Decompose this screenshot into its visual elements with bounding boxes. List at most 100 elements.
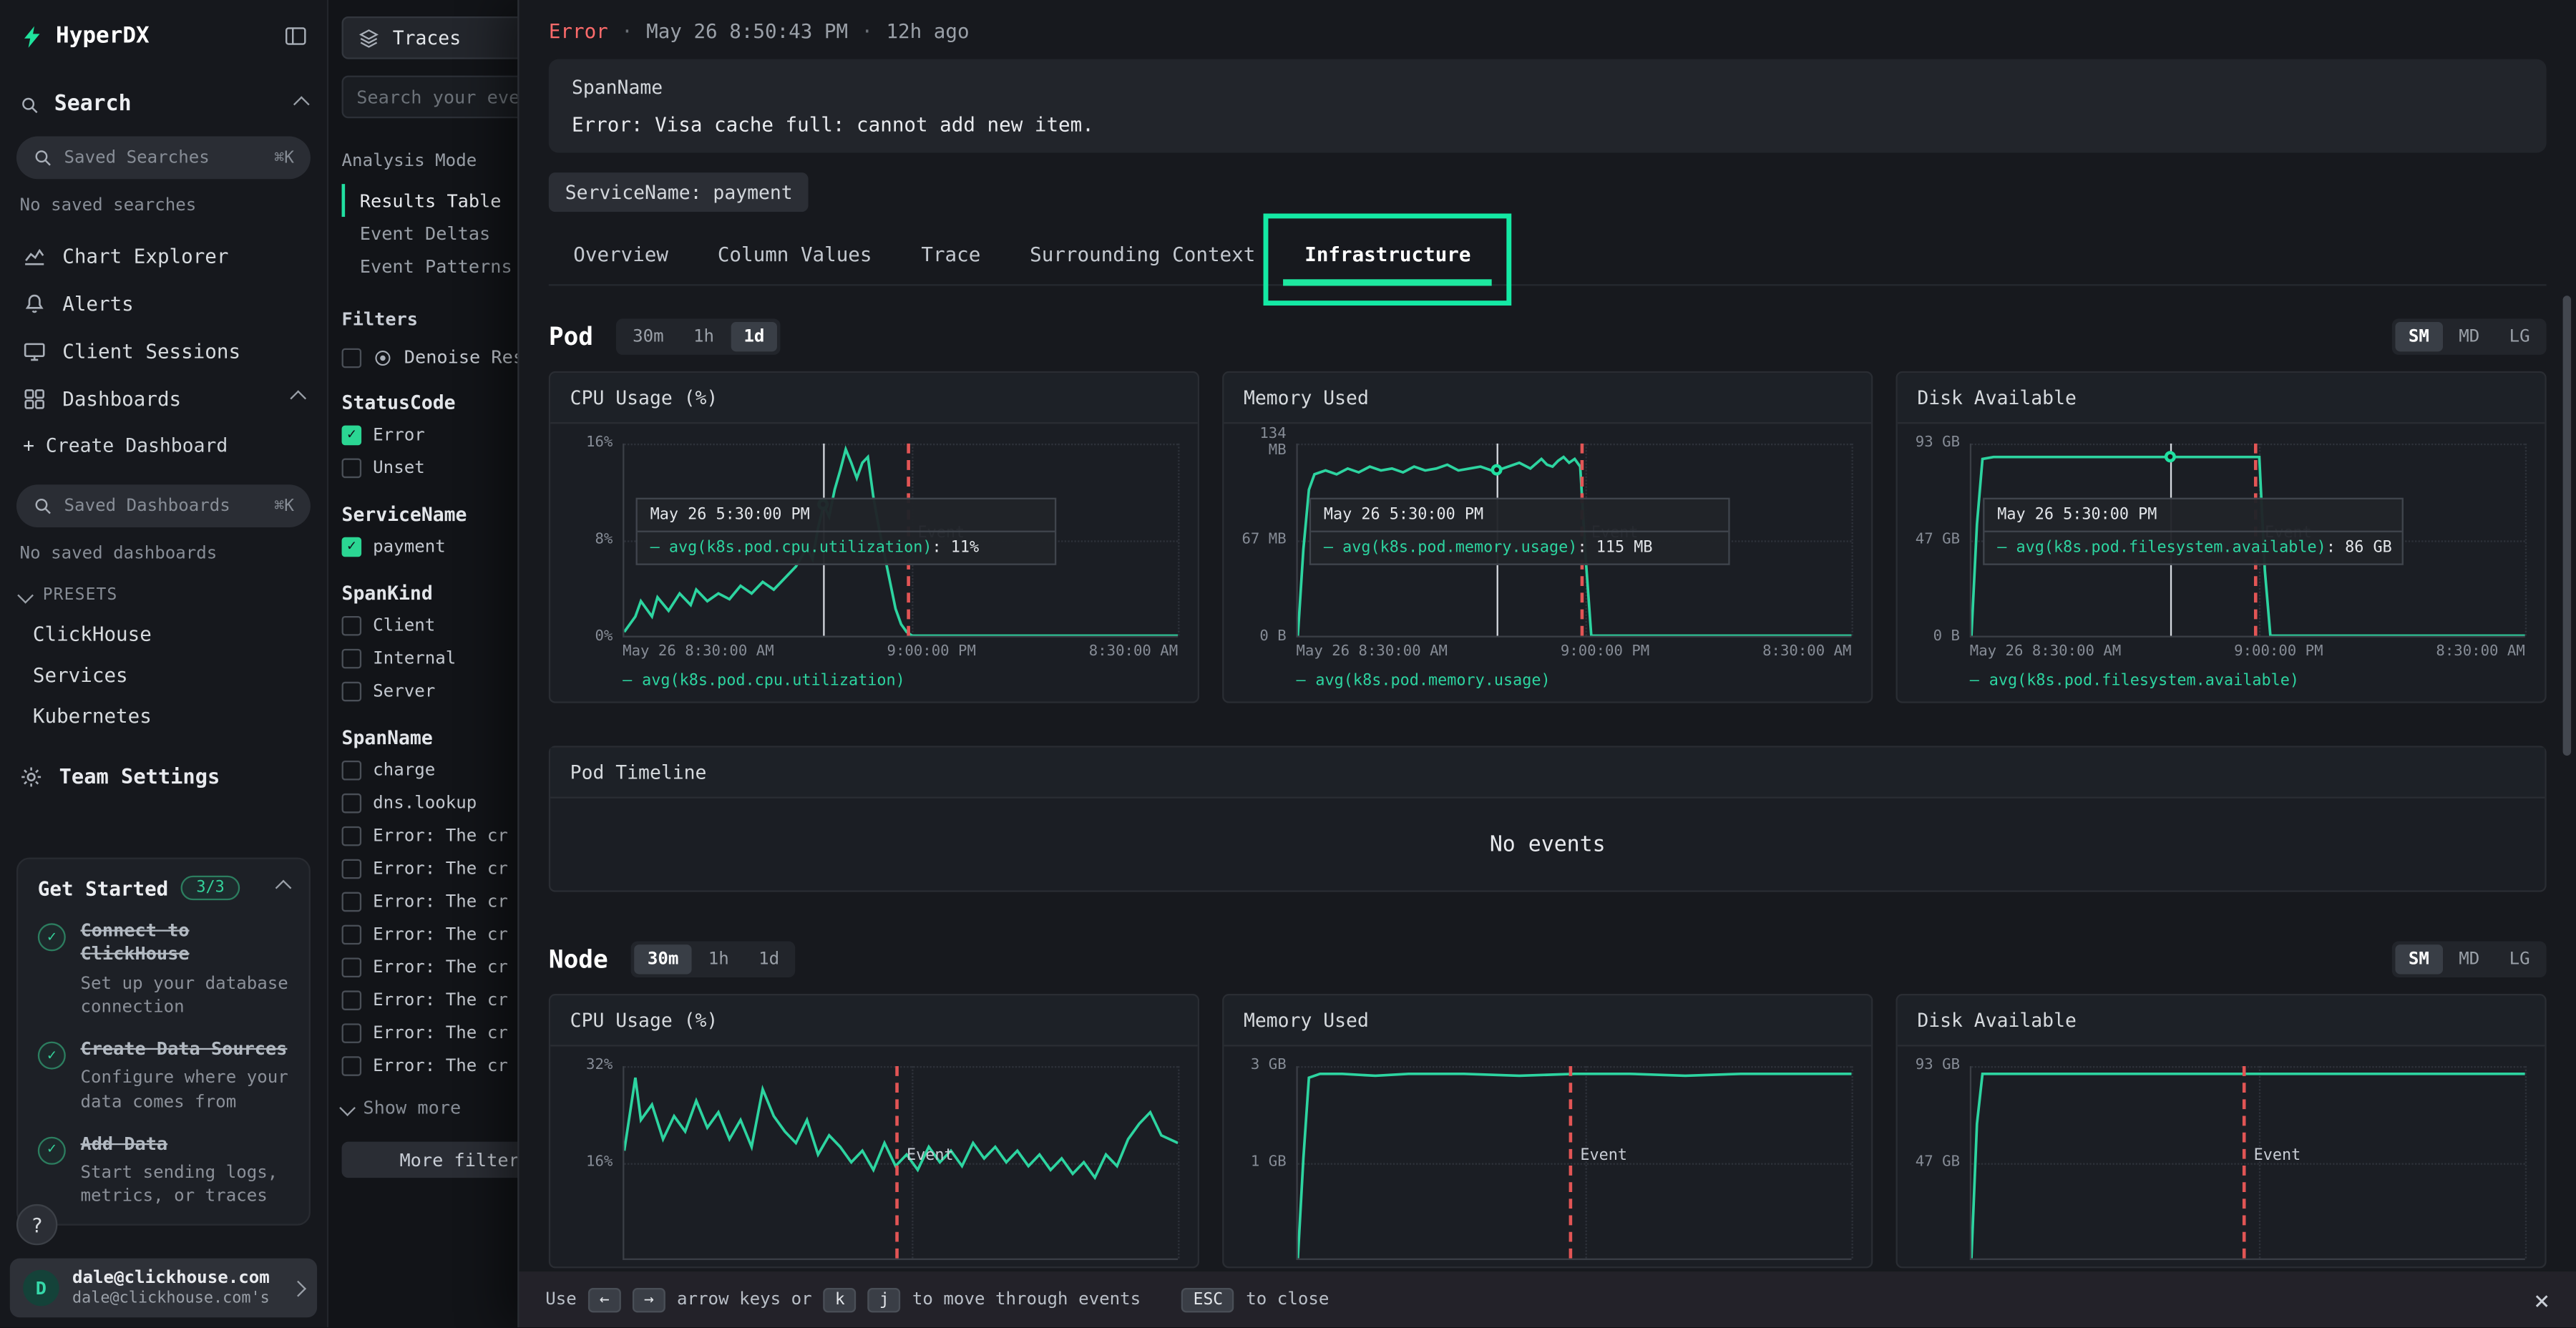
tab-surrounding-context[interactable]: Surrounding Context xyxy=(1005,225,1280,285)
y-axis-label: 134 MB xyxy=(1237,426,1287,460)
help-button[interactable]: ? xyxy=(16,1205,57,1246)
get-started-card: Get Started 3/3 ✓Connect to ClickHouseSe… xyxy=(16,858,311,1226)
checkbox-unchecked[interactable] xyxy=(342,348,362,368)
sidebar-item-client-sessions[interactable]: Client Sessions xyxy=(16,327,311,375)
sidebar-item-alerts[interactable]: Alerts xyxy=(16,279,311,327)
node-size-lg[interactable]: LG xyxy=(2496,944,2543,974)
get-started-item-text: Connect to ClickHouseSet up your databas… xyxy=(80,920,289,1019)
saved-dashboards-input[interactable]: Saved Dashboards ⌘K xyxy=(16,484,311,527)
pod-range-30m[interactable]: 30m xyxy=(620,322,677,351)
checkbox-unchecked[interactable] xyxy=(342,1023,362,1043)
chart-tooltip: May 26 5:30:00 PM— avg(k8s.pod.filesyste… xyxy=(1983,497,2404,565)
detail-tabs: OverviewColumn ValuesTraceSurrounding Co… xyxy=(549,225,2547,286)
event-marker-label: Event xyxy=(1580,1147,1627,1165)
search-section-header[interactable]: Search xyxy=(16,92,311,117)
checkbox-unchecked[interactable] xyxy=(342,616,362,636)
checkbox-unchecked[interactable] xyxy=(342,761,362,781)
node-size-sm[interactable]: SM xyxy=(2395,944,2442,974)
search-icon xyxy=(33,148,53,168)
chart-title: Disk Available xyxy=(1898,995,2545,1046)
checkbox-checked[interactable]: ✓ xyxy=(342,537,362,557)
y-axis-label: 93 GB xyxy=(1916,435,1960,452)
node-size-md[interactable]: MD xyxy=(2446,944,2493,974)
checkbox-unchecked[interactable] xyxy=(342,990,362,1010)
chart-plot[interactable]: EventMay 26 5:30:00 PM— avg(k8s.pod.cpu.… xyxy=(623,444,1178,638)
checkbox-unchecked[interactable] xyxy=(342,859,362,879)
tab-column-values[interactable]: Column Values xyxy=(693,225,897,285)
y-axis-label: 0% xyxy=(595,629,613,646)
user-menu[interactable]: D dale@clickhouse.com dale@clickhouse.co… xyxy=(10,1259,317,1318)
tooltip-value: : 11% xyxy=(932,538,980,556)
create-dashboard-button[interactable]: + Create Dashboard xyxy=(16,426,311,465)
checkbox-unchecked[interactable] xyxy=(342,794,362,814)
hyperdx-logo-icon xyxy=(20,24,44,48)
x-axis-label: 9:00:00 PM xyxy=(1561,644,1649,660)
filter-option-label: Error: The cr xyxy=(373,890,508,913)
preset-services[interactable]: Services xyxy=(33,664,307,687)
chart-plot[interactable]: EventMay 26 5:30:00 PM— avg(k8s.pod.memo… xyxy=(1296,444,1851,638)
checkbox-unchecked[interactable] xyxy=(342,958,362,978)
pod-range-1d[interactable]: 1d xyxy=(731,322,778,351)
tab-trace[interactable]: Trace xyxy=(897,225,1005,285)
tab-overview[interactable]: Overview xyxy=(549,225,693,285)
pod-size-md[interactable]: MD xyxy=(2446,322,2493,351)
filter-option-label: Error: The cr xyxy=(373,923,508,946)
node-range-1h[interactable]: 1h xyxy=(695,944,742,974)
get-started-header[interactable]: Get Started 3/3 xyxy=(38,876,289,900)
team-settings-button[interactable]: Team Settings xyxy=(16,764,311,788)
pod-size-sm[interactable]: SM xyxy=(2395,322,2442,351)
chart-legend: —avg(k8s.pod.cpu.utilization) xyxy=(560,660,1178,695)
chart-plot[interactable]: Event xyxy=(1970,1066,2525,1260)
chart-plot[interactable]: EventMay 26 5:30:00 PM— avg(k8s.pod.file… xyxy=(1970,444,2525,638)
preset-clickhouse[interactable]: ClickHouse xyxy=(33,622,307,645)
chart-title: Disk Available xyxy=(1898,373,2545,424)
search-icon xyxy=(20,94,40,114)
pod-range-1h[interactable]: 1h xyxy=(680,322,728,351)
checkbox-unchecked[interactable] xyxy=(342,1056,362,1076)
footer-text: to move through events xyxy=(912,1290,1141,1310)
service-name-tag[interactable]: ServiceName: payment xyxy=(549,172,809,212)
chart-legend: —avg(k8s.pod.memory.usage) xyxy=(1234,660,1851,695)
filter-option-label: Error: The cr xyxy=(373,989,508,1012)
tab-infrastructure[interactable]: Infrastructure xyxy=(1280,225,1496,285)
checkbox-unchecked[interactable] xyxy=(342,459,362,479)
separator: · xyxy=(861,20,873,43)
pod-range-selector: 30m1h1d xyxy=(616,318,781,355)
close-panel-button[interactable]: × xyxy=(2534,1284,2550,1316)
keyboard-shortcut-badge: ⌘K xyxy=(274,497,294,515)
sidebar-item-chart-explorer[interactable]: Chart Explorer xyxy=(16,232,311,280)
filter-option-label: Error xyxy=(373,424,425,446)
checkbox-checked[interactable]: ✓ xyxy=(342,426,362,446)
pod-size-lg[interactable]: LG xyxy=(2496,322,2543,351)
show-more-label: Show more xyxy=(363,1098,461,1119)
y-axis-label: 47 GB xyxy=(1916,1155,1960,1172)
scrollbar-thumb[interactable] xyxy=(2563,296,2571,756)
get-started-item[interactable]: ✓Add DataStart sending logs, metrics, or… xyxy=(38,1133,289,1209)
get-started-item[interactable]: ✓Create Data SourcesConfigure where your… xyxy=(38,1038,289,1113)
y-axis-labels: 93 GB47 GB xyxy=(1908,1066,1970,1260)
sidebar-item-dashboards[interactable]: Dashboards xyxy=(16,374,311,422)
checkbox-unchecked[interactable] xyxy=(342,925,362,945)
chart-plot[interactable]: Event xyxy=(623,1066,1178,1260)
get-started-item[interactable]: ✓Connect to ClickHouseSet up your databa… xyxy=(38,920,289,1019)
presets-toggle[interactable]: PRESETS xyxy=(20,587,308,605)
chart-title: CPU Usage (%) xyxy=(550,995,1198,1046)
node-range-1d[interactable]: 1d xyxy=(746,944,793,974)
tooltip-value: : 115 MB xyxy=(1577,538,1652,556)
tooltip-timestamp: May 26 5:30:00 PM xyxy=(1311,499,1728,532)
checkbox-unchecked[interactable] xyxy=(342,826,362,846)
sidebar: HyperDX Search Saved Searches ⌘K No save… xyxy=(0,0,328,1328)
preset-kubernetes[interactable]: Kubernetes xyxy=(33,705,307,728)
footer-text: Use xyxy=(545,1290,577,1310)
chart-plot[interactable]: Event xyxy=(1296,1066,1851,1260)
saved-searches-input[interactable]: Saved Searches ⌘K xyxy=(16,137,311,180)
x-axis-label: 8:30:00 AM xyxy=(1089,644,1178,660)
node-range-30m[interactable]: 30m xyxy=(635,944,692,974)
k-key: k xyxy=(824,1288,857,1312)
checkbox-unchecked[interactable] xyxy=(342,682,362,702)
node-section-header: Node 30m1h1d SMMDLG xyxy=(549,942,2547,978)
checkbox-unchecked[interactable] xyxy=(342,892,362,912)
chart-body: 3 GB1 GBEvent xyxy=(1224,1046,1871,1266)
collapse-sidebar-icon[interactable] xyxy=(284,24,307,47)
checkbox-unchecked[interactable] xyxy=(342,649,362,669)
